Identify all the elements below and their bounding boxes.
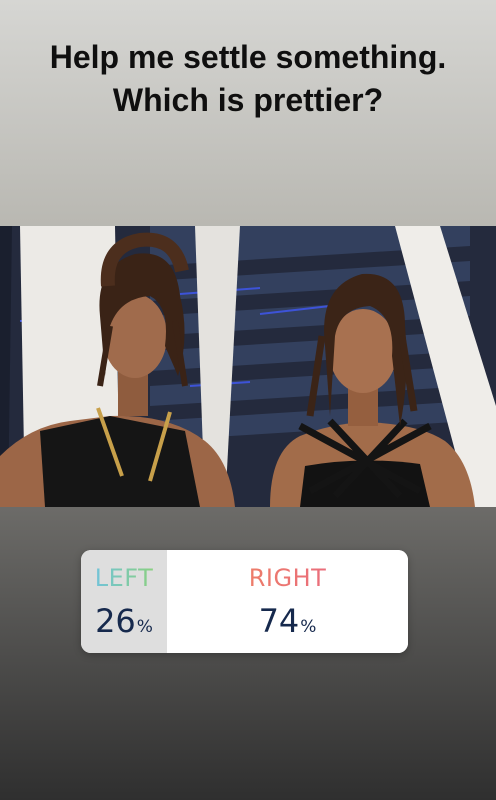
- poll-option-right-percent: 74%: [167, 602, 408, 640]
- poll-option-right-label: RIGHT: [167, 564, 408, 592]
- poll-option-left-percent-sign: %: [136, 617, 153, 637]
- poll-option-right[interactable]: RIGHT 74%: [167, 550, 408, 653]
- poll-option-left-percent: 26%: [81, 602, 167, 640]
- poll-option-right-percent-sign: %: [300, 617, 317, 637]
- poll-sticker: LEFT 26% RIGHT 74%: [81, 550, 408, 653]
- poll-option-right-percent-value: 74: [258, 602, 300, 640]
- poll-option-left-label: LEFT: [81, 564, 167, 592]
- poll-option-left-percent-value: 26: [95, 602, 136, 640]
- poll-option-left[interactable]: LEFT 26%: [81, 550, 167, 653]
- poll-question: Help me settle something. Which is prett…: [49, 39, 447, 118]
- poll-photo: [0, 226, 496, 507]
